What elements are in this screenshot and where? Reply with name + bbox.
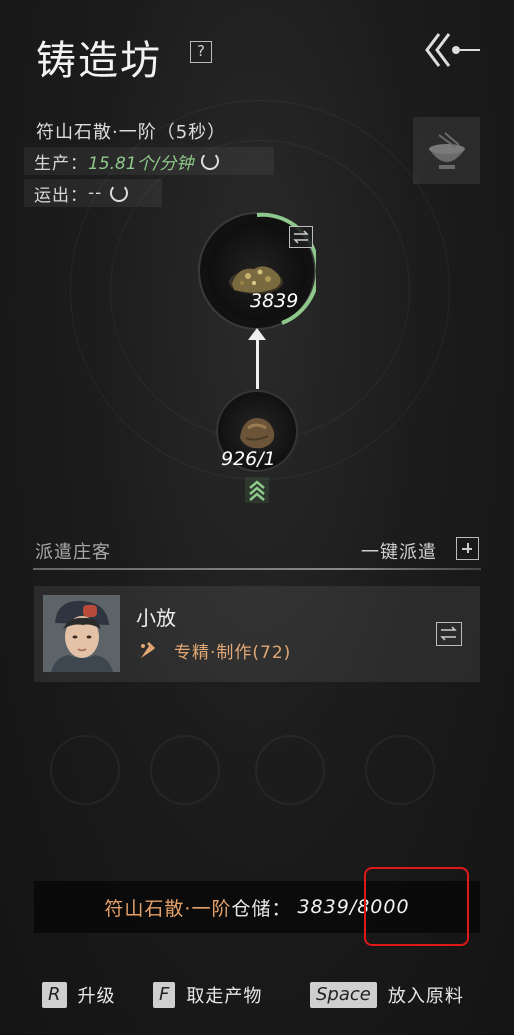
storage-item-name: 符山石散·一阶: [104, 897, 232, 920]
output-count: 3839: [250, 290, 299, 312]
rice-bowl-icon: [428, 131, 465, 169]
production-rate-value: 15.81个/分钟: [88, 153, 194, 174]
background-ghost-circle: [150, 735, 220, 805]
dispatch-section-label: 派遣庄客: [35, 542, 111, 563]
food-slot[interactable]: [413, 117, 480, 184]
flow-arrow: [256, 334, 259, 389]
add-worker-plus-icon[interactable]: [456, 537, 479, 560]
worker-skill: 专精·制作(72): [174, 643, 292, 663]
upgrade-chevron-icon[interactable]: [245, 477, 269, 503]
shipping-value: --: [88, 183, 103, 203]
worker-name: 小放: [136, 606, 176, 630]
worker-avatar: [43, 595, 120, 672]
highlight-annotation-box: [364, 867, 469, 946]
hotkey-key: R: [42, 982, 67, 1008]
hotkey-key: Space: [310, 982, 377, 1008]
hotkey-label: 取走产物: [186, 986, 263, 1007]
page-title: 铸造坊: [36, 38, 162, 84]
background-ghost-circle: [255, 735, 325, 805]
swap-worker-button[interactable]: [436, 622, 462, 646]
hotkey-label: 升级: [77, 986, 116, 1007]
help-icon[interactable]: ?: [190, 41, 212, 63]
dispatch-all-button[interactable]: 一键派遣: [361, 538, 437, 564]
hotkey-key: F: [153, 982, 176, 1008]
hotkey-take-product[interactable]: F 取走产物: [153, 982, 262, 1008]
refresh-icon: [110, 184, 129, 202]
refresh-icon: [201, 152, 220, 170]
recipe-name: 符山石散·一阶（5秒）: [36, 122, 227, 143]
back-arrow-icon[interactable]: [425, 30, 481, 70]
background-ghost-circle: [365, 735, 435, 805]
background-ghost-circle: [50, 735, 120, 805]
input-count: 926/1: [221, 448, 276, 470]
crafting-skill-icon: [141, 642, 155, 658]
storage-label: 仓储：: [231, 897, 292, 920]
production-label: 生产：: [34, 153, 88, 174]
section-divider: [33, 568, 481, 570]
hotkey-upgrade[interactable]: R 升级: [42, 982, 116, 1008]
swap-icon: [293, 230, 309, 244]
hotkey-add-material[interactable]: Space 放入原料: [310, 982, 464, 1008]
hotkey-label: 放入原料: [387, 986, 464, 1007]
shipping-label: 运出：: [34, 185, 88, 206]
worker-card[interactable]: 小放 专精·制作(72): [34, 586, 480, 682]
production-rate-row: 生产： 15.81个/分钟: [24, 147, 274, 175]
swap-icon: [440, 626, 457, 641]
shipping-row: 运出： --: [24, 179, 162, 207]
swap-recipe-button[interactable]: [289, 226, 313, 248]
